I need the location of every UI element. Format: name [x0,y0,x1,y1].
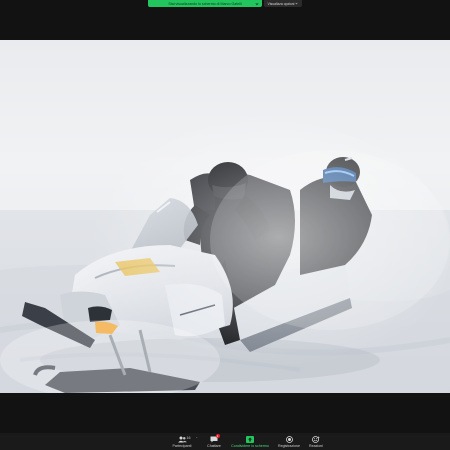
share-banner-text: Stai visualizzando lo schermo di Marco G… [168,1,242,6]
share-screen-button[interactable]: Condividere lo schermo [231,435,269,450]
reaction-icon [312,435,321,443]
shared-screen-view[interactable] [0,40,450,393]
people-icon: 16 [177,435,191,443]
meeting-window: Stai visualizzando lo schermo di Marco G… [0,0,450,450]
chat-button[interactable]: 1 Chattare [196,434,232,450]
meeting-toolbar: 16 ^ Partecipanti 1 Chattare Condividere… [0,433,450,450]
screen-bottom-padding [0,393,450,433]
record-label: Registrazione [278,444,300,448]
record-icon [285,435,294,443]
share-screen-icon [246,435,255,443]
participants-button[interactable]: 16 ^ Partecipanti [164,435,200,450]
screen-share-banner[interactable]: Stai visualizzando lo schermo di Marco G… [148,0,262,7]
chat-label: Chattare [207,444,221,448]
reactions-label: Reazioni [309,444,323,448]
share-screen-label: Condividere lo schermo [231,444,269,448]
chevron-down-icon [295,2,299,5]
reactions-button[interactable]: Reazioni [298,435,334,450]
snowmobile-photo [0,40,450,393]
chat-icon: 1 [210,434,220,443]
view-options-label: Visualizza opzioni [267,1,295,6]
chat-unread-badge: 1 [215,434,220,438]
participants-label: Partecipanti [172,444,192,448]
top-bar: Stai visualizzando lo schermo di Marco G… [0,0,450,40]
participants-count: 16 [186,436,191,440]
view-options-button[interactable]: Visualizza opzioni [264,0,302,7]
chevron-down-icon[interactable] [254,0,260,7]
